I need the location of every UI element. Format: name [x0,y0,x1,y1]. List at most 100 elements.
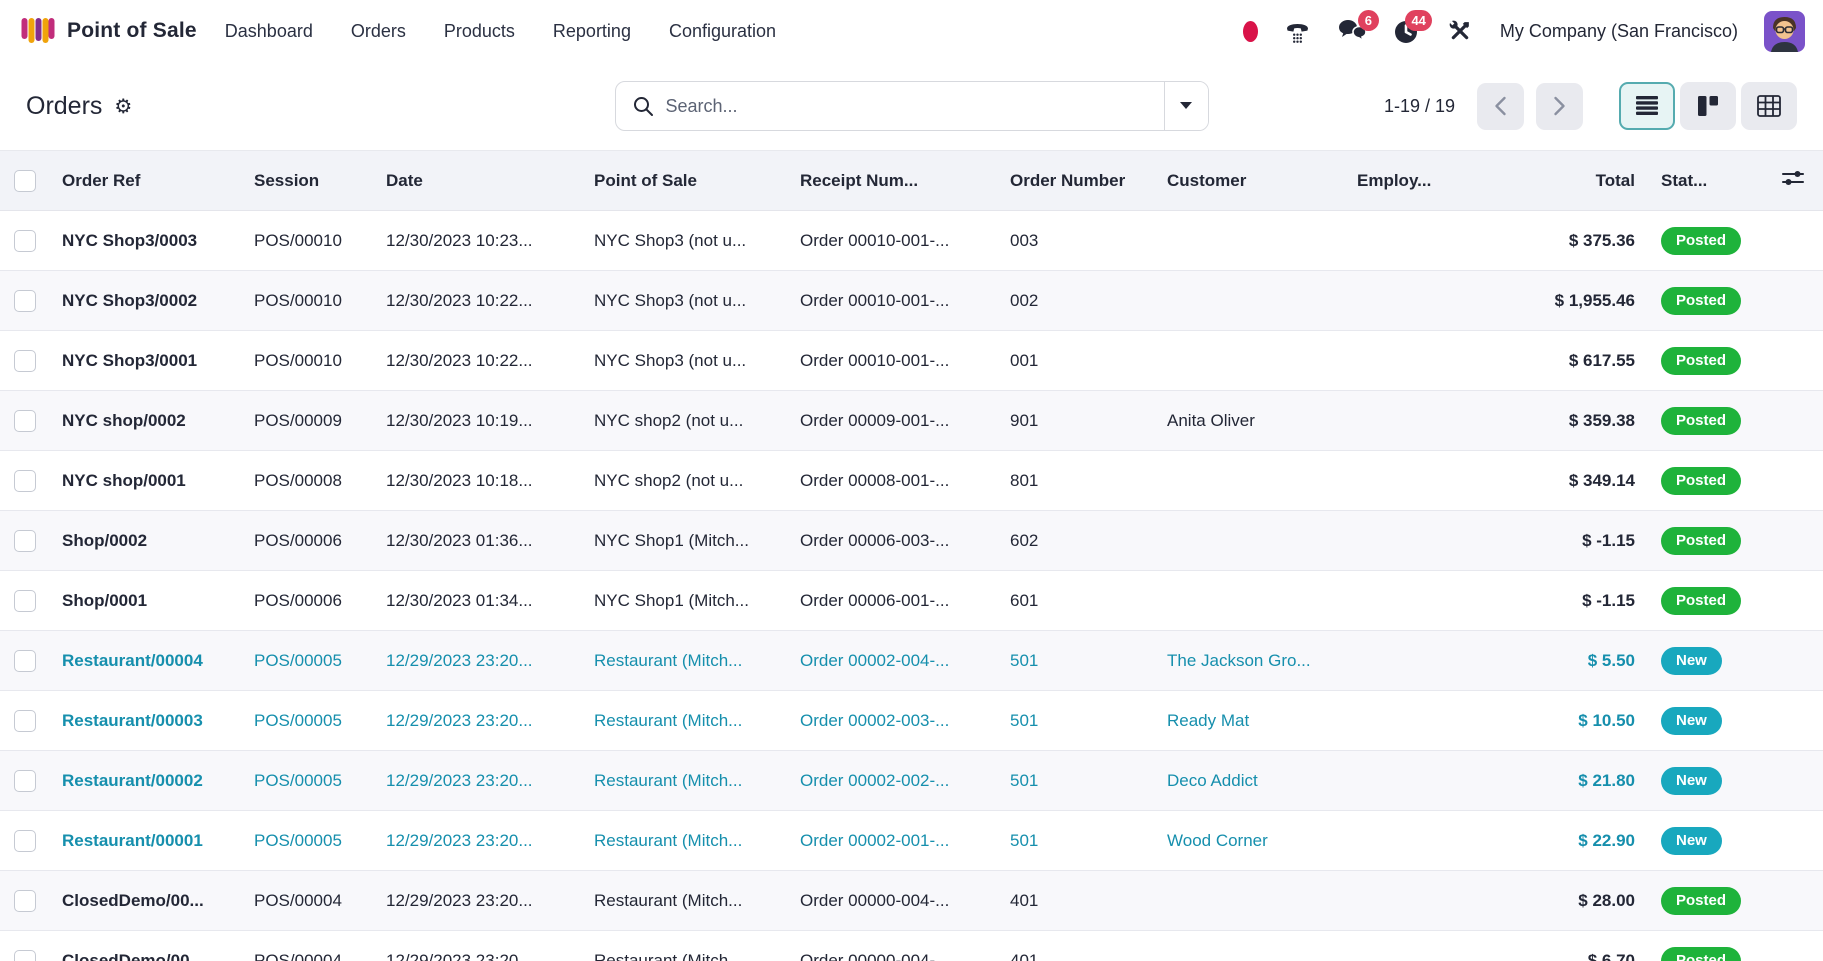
column-receipt-number[interactable]: Receipt Num... [784,151,994,211]
user-avatar[interactable] [1764,11,1805,52]
column-employee[interactable]: Employ... [1341,151,1517,211]
row-checkbox[interactable] [14,350,36,372]
menu-products[interactable]: Products [444,21,515,42]
pager-previous-button[interactable] [1477,83,1524,130]
row-select-cell [0,211,46,271]
status-cell: New [1637,811,1763,871]
row-checkbox[interactable] [14,410,36,432]
table-row[interactable]: Shop/0001POS/0000612/30/2023 01:34...NYC… [0,571,1823,631]
menu-orders[interactable]: Orders [351,21,406,42]
column-session[interactable]: Session [238,151,370,211]
table-row[interactable]: NYC shop/0002POS/0000912/30/2023 10:19..… [0,391,1823,451]
session-cell: POS/00005 [238,751,370,811]
row-checkbox[interactable] [14,770,36,792]
date-cell: 12/30/2023 10:18... [370,451,578,511]
pager-next-button[interactable] [1536,83,1583,130]
list-view-icon [1635,95,1659,117]
table-row[interactable]: NYC shop/0001POS/0000812/30/2023 10:18..… [0,451,1823,511]
total-cell: $ -1.15 [1517,571,1637,631]
order-number-cell: 602 [994,511,1151,571]
status-badge: New [1661,707,1722,735]
customer-cell [1151,931,1341,961]
total-cell: $ 359.38 [1517,391,1637,451]
orders-table: Order Ref Session Date Point of Sale Rec… [0,150,1823,961]
order-number-cell: 601 [994,571,1151,631]
row-gutter [1763,931,1823,961]
row-checkbox[interactable] [14,290,36,312]
receipt-number-cell: Order 00010-001-... [784,211,994,271]
action-gear-icon[interactable]: ⚙ [114,96,132,116]
status-badge: Posted [1661,347,1741,375]
row-checkbox[interactable] [14,590,36,612]
total-cell: $ 349.14 [1517,451,1637,511]
order-ref-cell: Restaurant/00003 [46,691,238,751]
row-select-cell [0,931,46,961]
table-row[interactable]: Restaurant/00004POS/0000512/29/2023 23:2… [0,631,1823,691]
column-order-ref[interactable]: Order Ref [46,151,238,211]
row-checkbox[interactable] [14,830,36,852]
table-row[interactable]: NYC Shop3/0001POS/0001012/30/2023 10:22.… [0,331,1823,391]
column-point-of-sale[interactable]: Point of Sale [578,151,784,211]
row-checkbox[interactable] [14,650,36,672]
select-all-checkbox[interactable] [14,170,36,192]
table-row[interactable]: NYC Shop3/0002POS/0001012/30/2023 10:22.… [0,271,1823,331]
total-cell: $ 22.90 [1517,811,1637,871]
company-switcher[interactable]: My Company (San Francisco) [1500,21,1738,42]
order-ref-cell: Restaurant/00004 [46,631,238,691]
employee-cell [1341,511,1517,571]
customer-cell [1151,451,1341,511]
row-checkbox[interactable] [14,710,36,732]
row-checkbox[interactable] [14,530,36,552]
date-cell: 12/29/2023 23:20... [370,631,578,691]
row-select-cell [0,331,46,391]
search-input[interactable] [666,96,1148,117]
status-badge: New [1661,647,1722,675]
point-of-sale-cell: NYC Shop3 (not u... [578,331,784,391]
table-row[interactable]: Restaurant/00002POS/0000512/29/2023 23:2… [0,751,1823,811]
order-ref-cell: NYC Shop3/0003 [46,211,238,271]
table-row[interactable]: Restaurant/00001POS/0000512/29/2023 23:2… [0,811,1823,871]
pivot-view-button[interactable] [1741,82,1797,130]
search-dropdown-toggle[interactable] [1164,82,1208,130]
app-switcher[interactable]: Point of Sale [18,13,197,50]
row-checkbox[interactable] [14,470,36,492]
table-row[interactable]: Shop/0002POS/0000612/30/2023 01:36...NYC… [0,511,1823,571]
total-cell: $ 28.00 [1517,871,1637,931]
session-cell: POS/00005 [238,811,370,871]
menu-dashboard[interactable]: Dashboard [225,21,313,42]
order-ref-cell: NYC shop/0002 [46,391,238,451]
date-cell: 12/30/2023 10:22... [370,331,578,391]
point-of-sale-cell: NYC Shop1 (Mitch... [578,571,784,631]
table-row[interactable]: Restaurant/00003POS/0000512/29/2023 23:2… [0,691,1823,751]
messages-icon[interactable]: 6 [1337,18,1367,45]
phone-icon[interactable] [1284,18,1311,45]
top-navbar: Point of Sale Dashboard Orders Products … [0,0,1823,62]
row-checkbox[interactable] [14,950,36,961]
optional-columns-sliders-icon[interactable] [1780,165,1806,191]
table-row[interactable]: ClosedDemo/00...POS/0000412/29/2023 23:2… [0,931,1823,961]
menu-reporting[interactable]: Reporting [553,21,631,42]
row-checkbox[interactable] [14,890,36,912]
order-ref-cell: NYC Shop3/0002 [46,271,238,331]
table-row[interactable]: NYC Shop3/0003POS/0001012/30/2023 10:23.… [0,211,1823,271]
column-customer[interactable]: Customer [1151,151,1341,211]
menu-configuration[interactable]: Configuration [669,21,776,42]
status-badge: Posted [1661,527,1741,555]
total-cell: $ 6.70 [1517,931,1637,961]
list-view-button[interactable] [1619,82,1675,130]
tools-icon[interactable] [1446,17,1474,45]
table-row[interactable]: ClosedDemo/00...POS/0000412/29/2023 23:2… [0,871,1823,931]
activities-clock-icon[interactable]: 44 [1393,18,1420,45]
column-status[interactable]: Stat... [1637,151,1763,211]
date-cell: 12/30/2023 10:22... [370,271,578,331]
column-total[interactable]: Total [1517,151,1637,211]
receipt-number-cell: Order 00000-004-... [784,871,994,931]
point-of-sale-app-icon [18,13,55,50]
kanban-view-button[interactable] [1680,82,1736,130]
employee-cell [1341,931,1517,961]
row-gutter [1763,751,1823,811]
status-badge: Posted [1661,587,1741,615]
column-date[interactable]: Date [370,151,578,211]
row-checkbox[interactable] [14,230,36,252]
column-order-number[interactable]: Order Number [994,151,1151,211]
